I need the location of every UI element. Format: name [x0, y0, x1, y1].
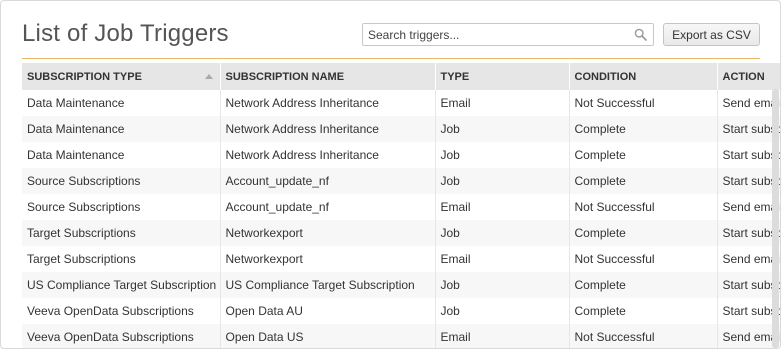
- cell-type: Email: [435, 90, 570, 116]
- cell-type: Job: [435, 116, 570, 142]
- cell-subscription-type: Source Subscriptions: [22, 194, 221, 220]
- search-box[interactable]: [362, 23, 654, 46]
- job-triggers-panel: List of Job Triggers Export as CSV SUBSC…: [0, 0, 781, 349]
- cell-condition: Complete: [569, 220, 718, 246]
- column-header-condition[interactable]: CONDITION: [569, 63, 718, 90]
- column-header-label: ACTION: [722, 70, 765, 83]
- cell-subscription-type: Target Subscriptions: [22, 220, 221, 246]
- cell-subscription-name: Networkexport: [220, 246, 436, 272]
- table-row[interactable]: Data Maintenance Network Address Inherit…: [22, 142, 780, 168]
- table-row[interactable]: Veeva OpenData Subscriptions Open Data U…: [22, 324, 780, 348]
- cell-type: Job: [435, 298, 570, 324]
- cell-type: Job: [435, 168, 570, 194]
- search-icon[interactable]: [634, 28, 647, 41]
- cell-subscription-type: Veeva OpenData Subscriptions: [22, 298, 221, 324]
- vertical-scrollbar[interactable]: [772, 89, 779, 348]
- table-row[interactable]: Data Maintenance Network Address Inherit…: [22, 90, 780, 116]
- column-header-subscription-type[interactable]: SUBSCRIPTION TYPE: [22, 63, 221, 90]
- triggers-table-container[interactable]: SUBSCRIPTION TYPE SUBSCRIPTION NAME TYPE…: [22, 63, 780, 348]
- table-row[interactable]: Veeva OpenData Subscriptions Open Data A…: [22, 298, 780, 324]
- column-header-subscription-name[interactable]: SUBSCRIPTION NAME: [220, 63, 436, 90]
- cell-action: Send email: [717, 90, 780, 116]
- column-header-action[interactable]: ACTION: [717, 63, 780, 90]
- cell-type: Job: [435, 220, 570, 246]
- triggers-table: SUBSCRIPTION TYPE SUBSCRIPTION NAME TYPE…: [22, 63, 780, 348]
- cell-condition: Complete: [569, 116, 718, 142]
- table-header-row: SUBSCRIPTION TYPE SUBSCRIPTION NAME TYPE…: [22, 63, 780, 90]
- search-input[interactable]: [363, 24, 623, 45]
- table-row[interactable]: Source Subscriptions Account_update_nf E…: [22, 194, 780, 220]
- cell-subscription-type: US Compliance Target Subscription: [22, 272, 221, 298]
- cell-subscription-name: US Compliance Target Subscription: [220, 272, 436, 298]
- cell-subscription-type: Source Subscriptions: [22, 168, 221, 194]
- sort-ascending-icon[interactable]: [204, 74, 213, 79]
- column-header-label: TYPE: [440, 70, 470, 83]
- column-header-label: CONDITION: [574, 70, 637, 83]
- cell-condition: Not Successful: [569, 90, 718, 116]
- cell-condition: Not Successful: [569, 194, 718, 220]
- cell-action: Start subscription: [717, 220, 780, 246]
- table-row[interactable]: Data Maintenance Network Address Inherit…: [22, 116, 780, 142]
- export-csv-button[interactable]: Export as CSV: [663, 23, 760, 46]
- cell-subscription-name: Networkexport: [220, 220, 436, 246]
- cell-type: Email: [435, 246, 570, 272]
- cell-action: Start subscription: [717, 168, 780, 194]
- table-row[interactable]: Source Subscriptions Account_update_nf J…: [22, 168, 780, 194]
- cell-action: Start subscription: [717, 272, 780, 298]
- cell-subscription-name: Network Address Inheritance: [220, 116, 436, 142]
- column-header-label: SUBSCRIPTION TYPE: [27, 70, 142, 83]
- cell-condition: Not Successful: [569, 324, 718, 348]
- cell-condition: Complete: [569, 168, 718, 194]
- cell-type: Email: [435, 324, 570, 348]
- cell-condition: Not Successful: [569, 246, 718, 272]
- cell-condition: Complete: [569, 142, 718, 168]
- cell-subscription-name: Network Address Inheritance: [220, 90, 436, 116]
- cell-subscription-name: Open Data US: [220, 324, 436, 348]
- cell-subscription-name: Network Address Inheritance: [220, 142, 436, 168]
- cell-action: Send email: [717, 194, 780, 220]
- scrollbar-thumb[interactable]: [772, 89, 779, 348]
- table-row[interactable]: Target Subscriptions Networkexport Job C…: [22, 220, 780, 246]
- table-row[interactable]: Target Subscriptions Networkexport Email…: [22, 246, 780, 272]
- title-divider: [22, 58, 760, 59]
- cell-subscription-type: Data Maintenance: [22, 116, 221, 142]
- cell-action: Start subscription: [717, 298, 780, 324]
- cell-action: Send email: [717, 324, 780, 348]
- cell-subscription-name: Account_update_nf: [220, 194, 436, 220]
- table-row[interactable]: US Compliance Target Subscription US Com…: [22, 272, 780, 298]
- cell-subscription-type: Veeva OpenData Subscriptions: [22, 324, 221, 348]
- page-title: List of Job Triggers: [22, 20, 229, 47]
- cell-action: Send email: [717, 246, 780, 272]
- cell-subscription-name: Account_update_nf: [220, 168, 436, 194]
- cell-subscription-type: Data Maintenance: [22, 90, 221, 116]
- cell-type: Job: [435, 272, 570, 298]
- cell-type: Email: [435, 194, 570, 220]
- cell-condition: Complete: [569, 272, 718, 298]
- cell-action: Start subscription: [717, 116, 780, 142]
- column-header-label: SUBSCRIPTION NAME: [225, 70, 345, 83]
- cell-subscription-type: Target Subscriptions: [22, 246, 221, 272]
- cell-type: Job: [435, 142, 570, 168]
- cell-subscription-name: Open Data AU: [220, 298, 436, 324]
- cell-action: Start subscription: [717, 142, 780, 168]
- column-header-type[interactable]: TYPE: [435, 63, 570, 90]
- cell-subscription-type: Data Maintenance: [22, 142, 221, 168]
- cell-condition: Complete: [569, 298, 718, 324]
